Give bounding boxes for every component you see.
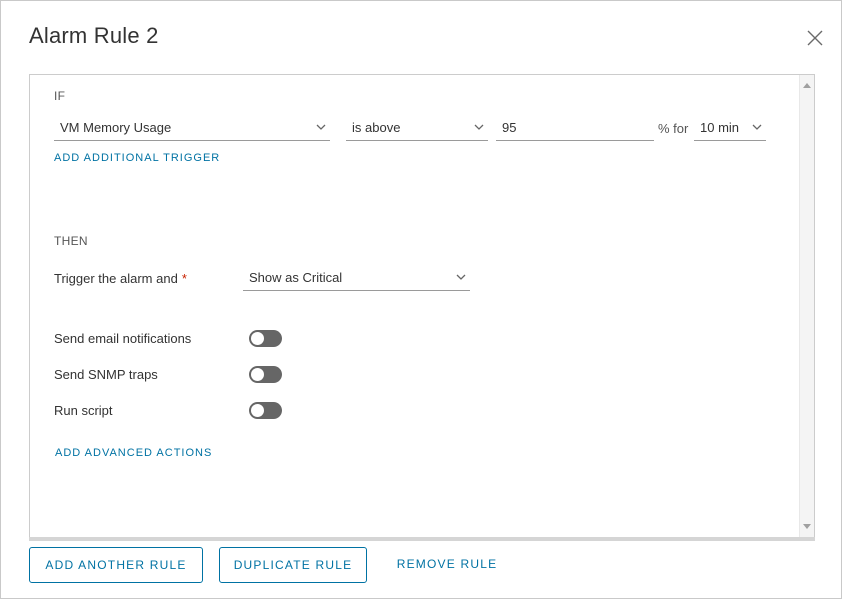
panel-scrollbar[interactable]	[799, 75, 814, 537]
scroll-down-icon[interactable]	[803, 524, 811, 529]
then-section-label: THEN	[54, 234, 88, 248]
alarm-rule-dialog: Alarm Rule 2 IF VM Memory Usage is above…	[0, 0, 842, 599]
dialog-title: Alarm Rule 2	[29, 23, 159, 48]
scroll-up-icon[interactable]	[803, 83, 811, 88]
add-another-rule-button[interactable]: ADD ANOTHER RULE	[29, 547, 203, 583]
metric-select-value: VM Memory Usage	[60, 120, 172, 135]
toggle-knob	[251, 368, 264, 381]
severity-select[interactable]: Show as Critical	[243, 265, 470, 291]
chevron-down-icon	[316, 124, 326, 130]
email-notifications-label: Send email notifications	[54, 331, 192, 346]
add-advanced-actions-link[interactable]: ADD ADVANCED ACTIONS	[55, 447, 212, 459]
trigger-alarm-label-text: Trigger the alarm and	[54, 271, 178, 286]
close-icon[interactable]	[805, 28, 825, 48]
toggle-knob	[251, 404, 264, 417]
chevron-down-icon	[456, 274, 466, 280]
snmp-traps-label: Send SNMP traps	[54, 367, 158, 382]
remove-rule-button[interactable]: REMOVE RULE	[383, 547, 511, 583]
duration-select[interactable]: 10 min	[694, 115, 766, 141]
snmp-traps-toggle[interactable]	[249, 366, 282, 383]
duplicate-rule-button[interactable]: DUPLICATE RULE	[219, 547, 367, 583]
operator-select-value: is above	[352, 120, 401, 135]
unit-for-label: % for	[658, 121, 689, 136]
duration-select-value: 10 min	[700, 120, 740, 135]
chevron-down-icon	[474, 124, 484, 130]
trigger-alarm-label: Trigger the alarm and *	[54, 271, 187, 286]
if-section-label: IF	[54, 89, 66, 103]
severity-select-value: Show as Critical	[249, 270, 343, 285]
required-marker: *	[181, 271, 187, 286]
threshold-input[interactable]: 95	[496, 115, 654, 141]
run-script-label: Run script	[54, 403, 113, 418]
metric-select[interactable]: VM Memory Usage	[54, 115, 330, 141]
rule-panel: IF VM Memory Usage is above 95 % for 10 …	[29, 74, 815, 538]
panel-horizontal-scrollbar	[29, 537, 815, 541]
add-additional-trigger-link[interactable]: ADD ADDITIONAL TRIGGER	[54, 152, 220, 164]
run-script-toggle[interactable]	[249, 402, 282, 419]
operator-select[interactable]: is above	[346, 115, 488, 141]
email-notifications-toggle[interactable]	[249, 330, 282, 347]
toggle-knob	[251, 332, 264, 345]
chevron-down-icon	[752, 124, 762, 130]
